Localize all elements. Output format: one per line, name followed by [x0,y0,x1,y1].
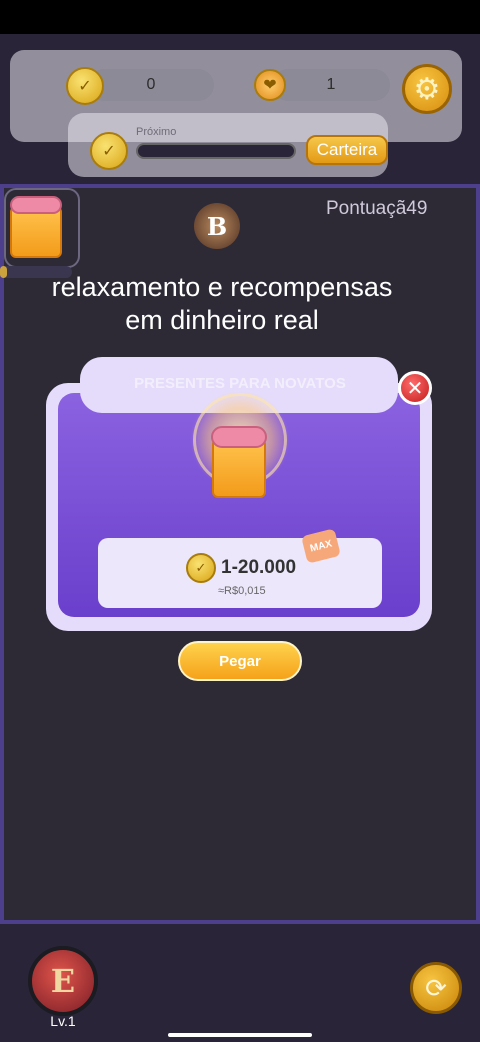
gift-bag-icon: ❤ [254,69,286,101]
reward-coin-icon: ✓ [186,553,216,583]
home-indicator[interactable] [168,1033,312,1037]
score-label: Pontuaçã49 [326,198,428,219]
settings-gear-icon[interactable]: ⚙ [402,64,452,114]
status-bar [0,0,480,34]
next-label: Próximo [136,126,177,138]
refresh-icon[interactable]: ⟳ [410,962,462,1014]
player-level: Lv.1 [50,1013,76,1029]
coin-balance: 0 [88,69,214,101]
coin-balance-value: 0 [146,76,156,93]
next-reward-progress [136,143,296,159]
avatar-letter: E [50,962,76,1000]
reward-real-value: ≈R$0,015 [218,585,266,597]
merge-chip-letter: B [206,211,228,241]
close-button[interactable]: ✕ [398,371,432,405]
gift-slot-progress-fill [0,266,8,278]
overlay-caption: relaxamento e recompensas em dinheiro re… [51,272,393,335]
wallet-button[interactable]: Carteira [306,135,388,165]
player-avatar[interactable]: E [28,946,98,1016]
close-icon: ✕ [406,377,424,400]
next-reward-coin-icon: ✓ [90,132,128,170]
reward-amount: 1-20.000 [221,557,297,578]
claim-button[interactable]: Pegar [178,641,302,681]
gift-bow-icon [211,426,267,448]
gem-balance: 1 [272,69,390,101]
gift-slot-bow-icon [10,196,62,214]
coin-icon: ✓ [66,67,104,105]
gem-balance-value: 1 [326,76,336,93]
merge-chip-b[interactable]: B [194,203,240,249]
